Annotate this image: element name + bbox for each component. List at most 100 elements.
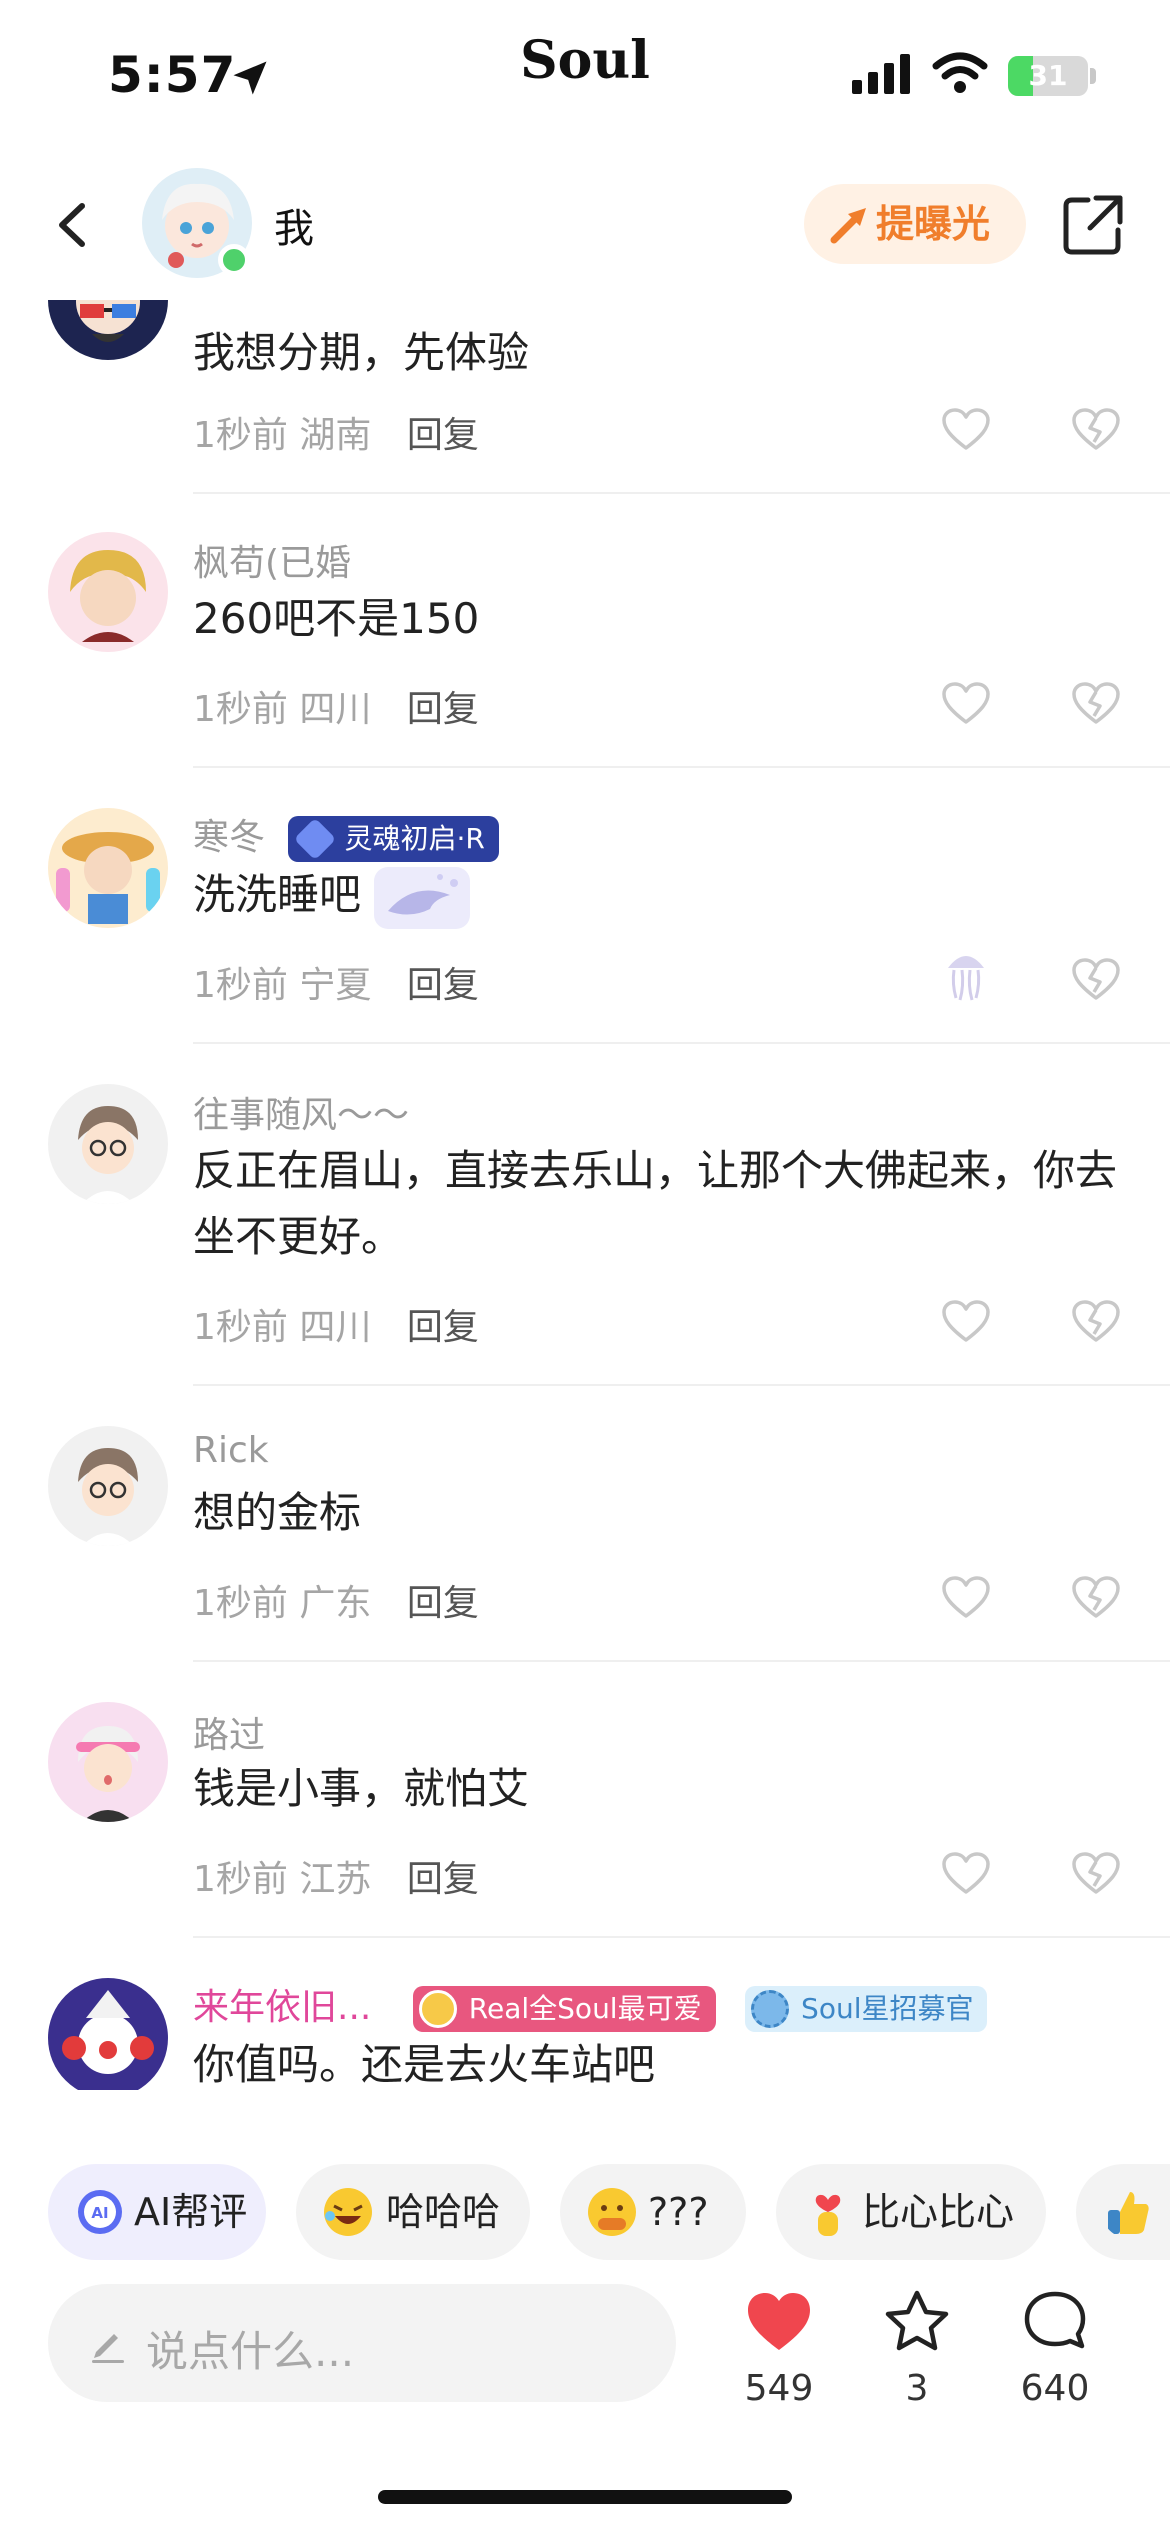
share-icon[interactable] bbox=[1060, 192, 1126, 258]
comment-divider bbox=[193, 766, 1170, 768]
broken-heart-icon[interactable] bbox=[1070, 1850, 1122, 1896]
reply-button[interactable]: 回复 bbox=[407, 965, 479, 1006]
commenter-name-text: 来年依旧... bbox=[193, 1987, 372, 2028]
like-count: 549 bbox=[744, 2368, 814, 2409]
boost-exposure-button[interactable]: 提曝光 bbox=[804, 184, 1026, 264]
reply-button[interactable]: 回复 bbox=[407, 1307, 479, 1348]
speech-bubble-icon bbox=[1024, 2291, 1086, 2349]
wifi-icon bbox=[932, 52, 988, 93]
reply-button[interactable]: 回复 bbox=[407, 415, 479, 456]
commenter-avatar[interactable] bbox=[48, 1084, 168, 1204]
thumbs-up-emoji-icon bbox=[1108, 2192, 1149, 2234]
reaction-chip-haha[interactable]: 哈哈哈 bbox=[296, 2164, 530, 2260]
broken-heart-icon[interactable] bbox=[1070, 680, 1122, 726]
commenter-name[interactable]: 枫苟(已婚 bbox=[193, 534, 351, 586]
pencil-icon bbox=[92, 2334, 124, 2363]
diamond-badge-icon bbox=[294, 817, 337, 861]
jellyfish-like-icon[interactable] bbox=[940, 944, 992, 1004]
ai-comment-chip[interactable]: AI AI帮评 bbox=[48, 2164, 266, 2260]
heart-filled-icon bbox=[748, 2293, 810, 2350]
soul-level-badge[interactable]: 灵魂初启·R bbox=[288, 816, 499, 862]
commenter-name-text: 寒冬 bbox=[193, 817, 266, 858]
comment-text-content: 洗洗睡吧 bbox=[193, 870, 362, 919]
reply-button[interactable]: 回复 bbox=[407, 1583, 479, 1624]
comment-time: 1秒前 bbox=[193, 965, 288, 1006]
ai-comment-label: AI帮评 bbox=[134, 2190, 248, 2234]
comment-time: 1秒前 bbox=[193, 415, 288, 456]
reaction-chip-heart[interactable]: 比心比心 bbox=[776, 2164, 1046, 2260]
commenter-name[interactable]: 来年依旧... Real全Soul最可爱 Soul星招募官 bbox=[193, 1978, 988, 2032]
commenter-avatar-image bbox=[78, 1106, 138, 1204]
real-cute-badge-label: Real全Soul最可爱 bbox=[468, 1992, 702, 2025]
broken-heart-icon[interactable] bbox=[1070, 1574, 1122, 1620]
commenter-avatar-image bbox=[56, 832, 160, 924]
comment-item: 枫苟(已婚 260吧不是150 1秒前 四川 回复 bbox=[0, 520, 1170, 776]
soul-recruiter-badge[interactable]: Soul星招募官 bbox=[745, 1986, 988, 2032]
reply-button[interactable]: 回复 bbox=[407, 1859, 479, 1900]
reply-button[interactable]: 回复 bbox=[407, 689, 479, 730]
comment-button[interactable]: 640 bbox=[1000, 2288, 1110, 2409]
back-arrow-icon[interactable] bbox=[40, 190, 110, 260]
online-status-dot bbox=[218, 244, 250, 276]
comment-time: 1秒前 bbox=[193, 1583, 288, 1624]
battery-percent: 31 bbox=[1028, 59, 1068, 92]
home-indicator[interactable] bbox=[378, 2490, 792, 2504]
reaction-chip-heart-label: 比心比心 bbox=[862, 2190, 1015, 2234]
reaction-chip-question[interactable]: ??? bbox=[560, 2164, 746, 2260]
comment-text: 260吧不是150 bbox=[193, 594, 480, 643]
comment-text: 钱是小事，就怕艾 bbox=[193, 1764, 530, 1813]
heart-outline-icon[interactable] bbox=[940, 406, 992, 452]
real-cute-badge[interactable]: Real全Soul最可爱 bbox=[412, 1986, 716, 2032]
heart-outline-icon[interactable] bbox=[940, 680, 992, 726]
comment-meta: 1秒前 湖南 回复 bbox=[193, 406, 479, 458]
commenter-name[interactable]: 往事随风～～ bbox=[193, 1086, 409, 1138]
favorite-button[interactable]: 3 bbox=[862, 2288, 972, 2409]
comment-list[interactable]: 我想分期，先体验 1秒前 湖南 回复 枫苟(已婚 260吧不是150 1秒前 四 bbox=[0, 300, 1170, 2090]
commenter-name[interactable]: Rick bbox=[193, 1430, 269, 1471]
broken-heart-icon[interactable] bbox=[1070, 1298, 1122, 1344]
heart-outline-icon[interactable] bbox=[940, 1850, 992, 1896]
author-name[interactable]: 我 bbox=[274, 196, 314, 254]
comment-region: 宁夏 bbox=[299, 965, 372, 1006]
commenter-avatar-image bbox=[62, 1990, 154, 2074]
soul-recruiter-badge-label: Soul星招募官 bbox=[801, 1992, 974, 2025]
bottom-action-bar: 说点什么... 549 3 640 bbox=[0, 2280, 1170, 2420]
reaction-chip-question-label: ??? bbox=[648, 2190, 709, 2234]
broken-heart-icon[interactable] bbox=[1070, 956, 1122, 1002]
commenter-avatar[interactable] bbox=[48, 1426, 168, 1546]
broken-heart-icon[interactable] bbox=[1070, 406, 1122, 452]
commenter-avatar[interactable] bbox=[48, 532, 168, 652]
finger-heart-emoji-icon bbox=[815, 2194, 841, 2236]
commenter-name[interactable]: 寒冬 灵魂初启·R bbox=[193, 808, 499, 862]
comment-input[interactable]: 说点什么... bbox=[48, 2284, 676, 2402]
comment-region: 江苏 bbox=[299, 1859, 372, 1900]
favorite-count: 3 bbox=[905, 2368, 929, 2409]
whale-sticker-icon bbox=[374, 866, 471, 929]
commenter-avatar-image bbox=[70, 550, 146, 642]
commenter-avatar[interactable] bbox=[48, 1702, 168, 1822]
commenter-name[interactable]: 路过 bbox=[193, 1706, 265, 1758]
comment-region: 四川 bbox=[299, 1307, 372, 1348]
comment-region: 湖南 bbox=[299, 415, 372, 456]
heart-outline-icon[interactable] bbox=[940, 1298, 992, 1344]
comment-item: 寒冬 灵魂初启·R 洗洗睡吧 1秒前 宁夏 回复 bbox=[0, 796, 1170, 1052]
reaction-chip-thumbs-up[interactable] bbox=[1076, 2164, 1170, 2260]
commenter-avatar[interactable] bbox=[48, 1978, 168, 2090]
laughing-emoji-icon bbox=[324, 2188, 372, 2236]
commenter-avatar[interactable] bbox=[48, 300, 168, 360]
comment-meta: 1秒前 宁夏 回复 bbox=[193, 956, 479, 1008]
comment-text: 我想分期，先体验 bbox=[193, 328, 530, 377]
quick-reaction-bar[interactable]: AI AI帮评 哈哈哈 ??? 比心比心 bbox=[0, 2160, 1170, 2264]
comment-item: 往事随风～～ 反正在眉山，直接去乐山，让那个大佛起来，你去坐不更好。 1秒前 四… bbox=[0, 1072, 1170, 1394]
heart-outline-icon[interactable] bbox=[940, 1574, 992, 1620]
comment-divider bbox=[193, 492, 1170, 494]
like-button[interactable]: 549 bbox=[724, 2288, 834, 2409]
commenter-avatar[interactable] bbox=[48, 808, 168, 928]
battery-cap bbox=[1090, 68, 1096, 84]
app-brand: Soul bbox=[520, 30, 650, 91]
commenter-avatar-image bbox=[76, 1726, 140, 1822]
battery-indicator: 31 bbox=[1008, 56, 1088, 96]
comment-item: 我想分期，先体验 1秒前 湖南 回复 bbox=[0, 300, 1170, 494]
cellular-signal-icon bbox=[852, 54, 910, 94]
comment-meta: 1秒前 四川 回复 bbox=[193, 1298, 479, 1350]
